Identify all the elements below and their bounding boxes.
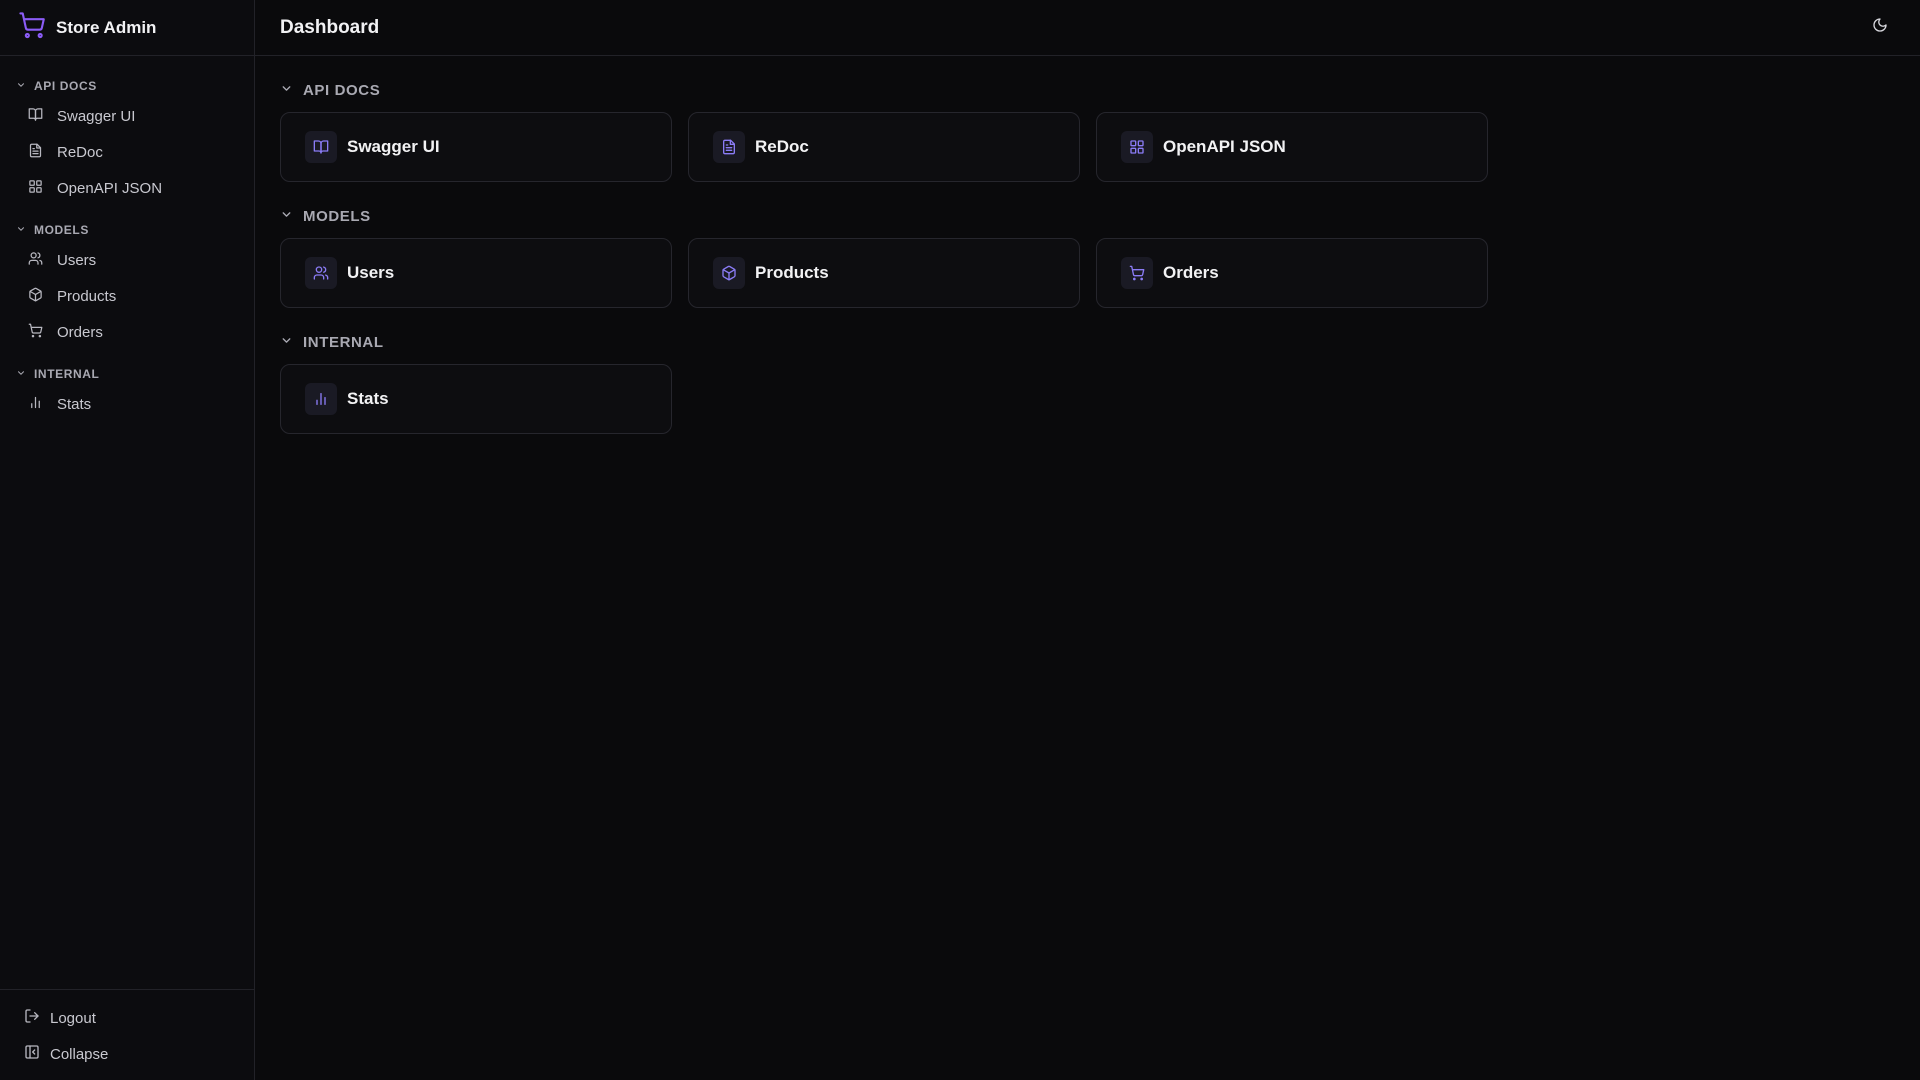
card-label: Stats <box>347 389 389 408</box>
users-icon <box>305 257 337 289</box>
card-stats[interactable]: Stats <box>280 364 672 434</box>
card-label: ReDoc <box>755 137 809 156</box>
users-icon <box>28 251 43 270</box>
sidebar-section-label: INTERNAL <box>34 367 100 381</box>
card-users[interactable]: Users <box>280 238 672 308</box>
sidebar-section-internal: INTERNAL Stats <box>0 362 254 422</box>
sidebar-section-label: MODELS <box>34 223 89 237</box>
card-label: Orders <box>1163 263 1219 282</box>
package-icon <box>713 257 745 289</box>
file-text-icon <box>28 143 43 162</box>
sidebar-item-label: Swagger UI <box>57 107 136 125</box>
bar-chart-icon <box>28 395 43 414</box>
card-label: Swagger UI <box>347 137 440 156</box>
sidebar-item-users[interactable]: Users <box>0 242 254 278</box>
sidebar-section-toggle-models[interactable]: MODELS <box>0 218 254 242</box>
card-grid-api-docs: Swagger UI ReDoc OpenAPI JSON <box>280 112 1895 182</box>
section-toggle-api-docs[interactable]: API DOCS <box>280 78 1895 102</box>
chevron-down-icon <box>280 334 293 351</box>
layout-grid-icon <box>1121 131 1153 163</box>
topbar: Dashboard <box>255 0 1920 56</box>
logout-label: Logout <box>50 1009 96 1027</box>
app-title: Store Admin <box>56 17 157 37</box>
sidebar-section-api-docs: API DOCS Swagger UI ReDoc OpenAPI JSON <box>0 74 254 206</box>
card-grid-models: Users Products Orders <box>280 238 1895 308</box>
card-redoc[interactable]: ReDoc <box>688 112 1080 182</box>
card-label: OpenAPI JSON <box>1163 137 1286 156</box>
theme-toggle-button[interactable] <box>1864 12 1896 44</box>
package-icon <box>28 287 43 306</box>
layout-grid-icon <box>28 179 43 198</box>
bar-chart-icon <box>305 383 337 415</box>
sidebar-section-toggle-internal[interactable]: INTERNAL <box>0 362 254 386</box>
sidebar-item-redoc[interactable]: ReDoc <box>0 134 254 170</box>
book-open-icon <box>28 107 43 126</box>
panel-left-icon <box>24 1044 40 1064</box>
section-label: MODELS <box>303 207 371 225</box>
card-label: Users <box>347 263 395 282</box>
section-label: INTERNAL <box>303 333 384 351</box>
main-area: Dashboard API DOCS Swagger UI ReDoc Open… <box>255 0 1920 1080</box>
log-out-icon <box>24 1008 40 1028</box>
card-grid-internal: Stats <box>280 364 1895 434</box>
card-orders[interactable]: Orders <box>1096 238 1488 308</box>
page-title: Dashboard <box>280 16 380 38</box>
sidebar-item-label: Products <box>57 287 117 305</box>
card-swagger-ui[interactable]: Swagger UI <box>280 112 672 182</box>
sidebar-section-label: API DOCS <box>34 79 97 93</box>
app-shell: Store Admin API DOCS Swagger UI ReDoc Op… <box>0 0 1920 1080</box>
chevron-down-icon <box>16 79 26 93</box>
sidebar-item-label: ReDoc <box>57 143 103 161</box>
collapse-label: Collapse <box>50 1045 109 1063</box>
sidebar-item-products[interactable]: Products <box>0 278 254 314</box>
sidebar-nav: API DOCS Swagger UI ReDoc OpenAPI JSON M… <box>0 56 254 989</box>
collapse-button[interactable]: Collapse <box>0 1036 254 1072</box>
sidebar-section-toggle-api-docs[interactable]: API DOCS <box>0 74 254 98</box>
sidebar-item-stats[interactable]: Stats <box>0 386 254 422</box>
sidebar-item-label: Stats <box>57 395 92 413</box>
section-label: API DOCS <box>303 81 381 99</box>
sidebar-item-label: Users <box>57 251 97 269</box>
sidebar-item-swagger-ui[interactable]: Swagger UI <box>0 98 254 134</box>
section-toggle-internal[interactable]: INTERNAL <box>280 330 1895 354</box>
sidebar-item-openapi-json[interactable]: OpenAPI JSON <box>0 170 254 206</box>
shopping-cart-logo-icon <box>18 11 46 44</box>
chevron-down-icon <box>280 82 293 99</box>
chevron-down-icon <box>16 367 26 381</box>
card-openapi-json[interactable]: OpenAPI JSON <box>1096 112 1488 182</box>
card-products[interactable]: Products <box>688 238 1080 308</box>
shopping-cart-icon <box>1121 257 1153 289</box>
sidebar-item-label: Orders <box>57 323 103 341</box>
chevron-down-icon <box>16 223 26 237</box>
sidebar-footer: Logout Collapse <box>0 989 254 1080</box>
sidebar-item-orders[interactable]: Orders <box>0 314 254 350</box>
file-text-icon <box>713 131 745 163</box>
section-toggle-models[interactable]: MODELS <box>280 204 1895 228</box>
logout-button[interactable]: Logout <box>0 1000 254 1036</box>
shopping-cart-icon <box>28 323 43 342</box>
brand[interactable]: Store Admin <box>0 0 254 56</box>
sidebar-item-label: OpenAPI JSON <box>57 179 163 197</box>
sidebar-section-models: MODELS Users Products Orders <box>0 218 254 350</box>
sidebar: Store Admin API DOCS Swagger UI ReDoc Op… <box>0 0 255 1080</box>
chevron-down-icon <box>280 208 293 225</box>
book-open-icon <box>305 131 337 163</box>
dashboard-content: API DOCS Swagger UI ReDoc OpenAPI JSON M… <box>255 56 1920 478</box>
card-label: Products <box>755 263 829 282</box>
moon-icon <box>1872 17 1888 38</box>
